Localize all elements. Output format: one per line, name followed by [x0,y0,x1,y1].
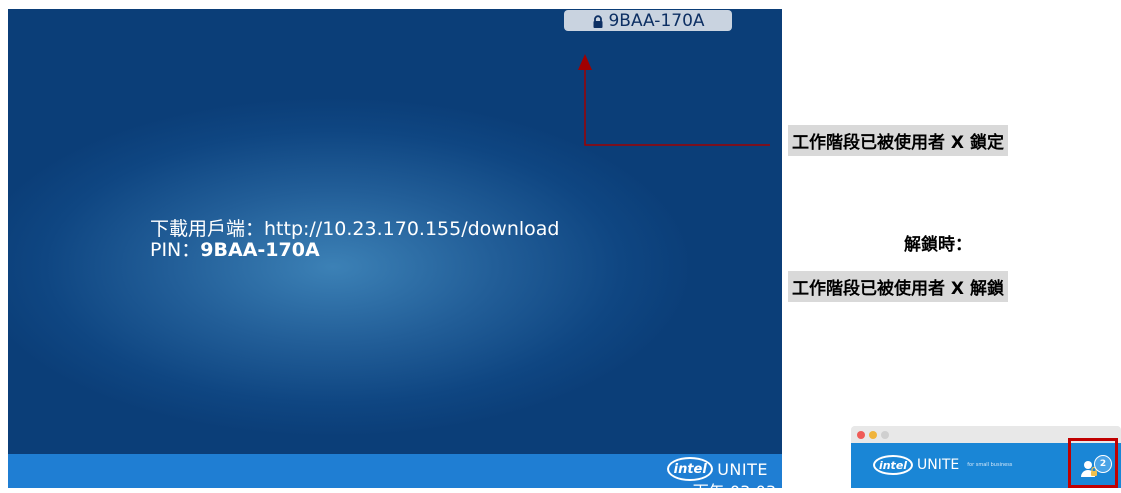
download-client-text: 下載用戶端：http://10.23.170.155/download [150,218,560,240]
mini-intel-unite-logo: intel UNITE for small business [873,455,1012,475]
session-locked-caption: 工作階段已被使用者 X 鎖定 [788,125,1008,156]
users-icon: 2 [1080,455,1112,477]
unite-display-screen: 9BAA-170A 下載用戶端：http://10.23.170.155/dow… [8,9,782,488]
page: 9BAA-170A 下載用戶端：http://10.23.170.155/dow… [0,0,1121,493]
session-unlocked-caption: 工作階段已被使用者 X 解鎖 [788,271,1008,302]
participants-button[interactable]: 2 [1068,438,1118,488]
connection-info: 下載用戶端：http://10.23.170.155/download PIN：… [150,219,559,261]
mini-unite-brand-text: UNITE [917,457,960,473]
maximize-window-button[interactable] [881,430,889,439]
display-taskbar: intel UNITE 下午 03:03 [8,454,782,488]
minimize-window-button[interactable] [869,430,877,439]
pin-value: 9BAA-170A [200,239,320,261]
session-id: 9BAA-170A [608,10,705,31]
clock: 下午 03:03 [693,478,776,488]
pin-label: PIN： [150,239,201,261]
participant-count-badge: 2 [1094,455,1112,473]
pin-line: PIN：9BAA-170A [150,240,559,261]
close-window-button[interactable] [857,430,865,439]
mini-intel-logo-icon: intel [873,455,913,475]
unite-brand-text: UNITE [717,459,768,479]
mini-tagline: for small business [967,462,1013,468]
lock-icon [591,14,605,28]
session-lock-badge[interactable]: 9BAA-170A [564,10,732,31]
unlock-label: 解鎖時： [904,235,972,255]
